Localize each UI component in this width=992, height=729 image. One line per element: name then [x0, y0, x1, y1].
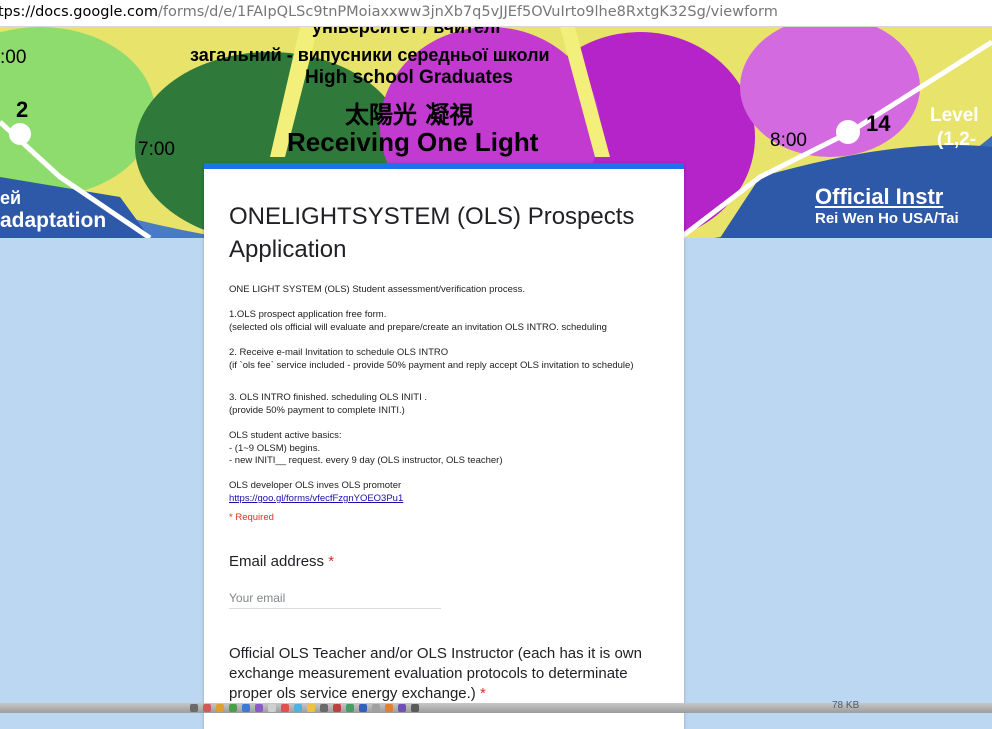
email-input[interactable] [229, 588, 441, 609]
instructor-question-text: Official OLS Teacher and/or OLS Instruct… [229, 645, 642, 702]
desc-step2-a: 2. Receive e-mail Invitation to schedule… [229, 346, 449, 358]
banner-level-range: (1,2- [937, 129, 977, 150]
dock-app-icon[interactable] [385, 704, 393, 712]
banner-left-bottom-2: adaptation [0, 209, 107, 232]
dock-app-icon[interactable] [294, 704, 302, 712]
file-size-label: 78 KB [832, 700, 860, 711]
desc-basics-c: - new INITI__ request. every 9 day (OLS … [229, 455, 503, 467]
desc-step3-a: 3. OLS INTRO finished. scheduling OLS IN… [229, 392, 427, 404]
dock-app-icon[interactable] [229, 704, 237, 712]
email-question-label: Email address * [229, 552, 334, 572]
dock-app-icon[interactable] [242, 704, 250, 712]
dock-app-icon[interactable] [398, 704, 406, 712]
dock-app-icon[interactable] [320, 704, 328, 712]
desc-basics-a: OLS student active basics: [229, 429, 342, 441]
banner-official-sub: Rei Wen Ho USA/Tai [815, 210, 959, 227]
url-host: tps://docs.google.com [0, 4, 158, 20]
dock-icons [190, 704, 419, 712]
banner-text-ukr-top: університет / вчителі [312, 27, 501, 37]
desc-step1-a: 1.OLS prospect application free form. [229, 309, 387, 321]
dock-app-icon[interactable] [255, 704, 263, 712]
banner-left-bottom-1: ей [0, 188, 22, 208]
desc-link[interactable]: https://goo.gl/forms/vfecfFzgnYOEO3Pu1 [229, 493, 403, 504]
banner-time-left: :00 [0, 47, 27, 68]
desc-developer: OLS developer OLS inves OLS promoter [229, 480, 402, 492]
dock-app-icon[interactable] [203, 704, 211, 712]
dock-app-icon[interactable] [411, 704, 419, 712]
required-star: * [328, 553, 335, 570]
desc-step2-b: (if `ols fee` service included - provide… [229, 359, 634, 371]
form-card: ONELIGHTSYSTEM (OLS) Prospects Applicati… [204, 163, 684, 729]
dock-app-icon[interactable] [307, 704, 315, 712]
form-title: ONELIGHTSYSTEM (OLS) Prospects Applicati… [229, 203, 635, 263]
desc-step1-b: (selected ols official will evaluate and… [229, 321, 607, 333]
desc-intro: ONE LIGHT SYSTEM (OLS) Student assessmen… [229, 284, 526, 295]
banner-number-14: 14 [866, 111, 891, 136]
desc-basics-b: - (1~9 OLSM) begins. [229, 442, 321, 454]
desc-step3-b: (provide 50% payment to complete INITI.) [229, 404, 405, 416]
required-star-2: * [479, 685, 486, 702]
dock-app-icon[interactable] [216, 704, 224, 712]
dock-app-icon[interactable] [333, 704, 341, 712]
banner-time-8: 8:00 [770, 130, 807, 151]
dock-app-icon[interactable] [359, 704, 367, 712]
address-bar[interactable]: tps://docs.google.com/forms/d/e/1FAIpQLS… [0, 0, 992, 27]
url-path: /forms/d/e/1FAIpQLSc9tnPMoiaxxww3jnXb7q5… [158, 4, 778, 20]
dock-app-icon[interactable] [372, 704, 380, 712]
form-description: ONE LIGHT SYSTEM (OLS) Student assessmen… [229, 284, 669, 518]
banner-text-ukr: загальний - випусники середньої школи [190, 45, 550, 65]
banner-time-7: 7:00 [138, 139, 175, 160]
banner-text-en: High school Graduates [305, 67, 513, 88]
dock-app-icon[interactable] [190, 704, 198, 712]
email-label-text: Email address [229, 553, 325, 570]
dock-app-icon[interactable] [281, 704, 289, 712]
dock-app-icon[interactable] [346, 704, 354, 712]
banner-text-cjk: 太陽光 凝視 [345, 101, 474, 129]
banner-level-label: Level [930, 105, 979, 126]
banner-official: Official Instr [815, 184, 944, 209]
banner-number-2: 2 [16, 97, 29, 122]
required-note: * Required [229, 512, 274, 523]
instructor-question-label: Official OLS Teacher and/or OLS Instruct… [229, 644, 659, 704]
dock-app-icon[interactable] [268, 704, 276, 712]
banner-text-receiving: Receiving One Light [287, 127, 539, 157]
